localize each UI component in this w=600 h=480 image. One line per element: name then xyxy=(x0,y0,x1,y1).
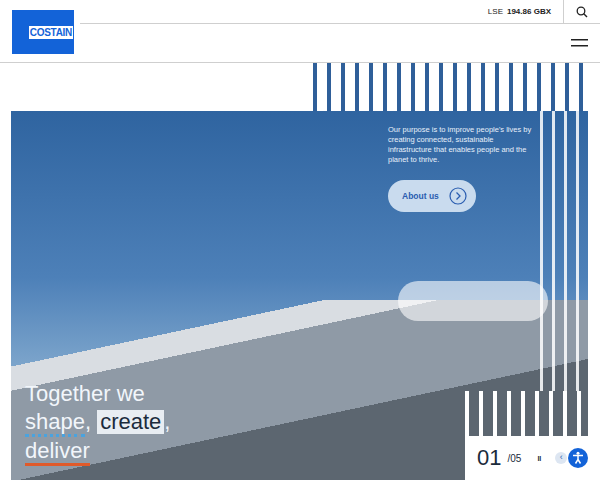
headline-sep: , xyxy=(85,409,91,434)
slide-total: /05 xyxy=(507,453,521,464)
nav-bar xyxy=(80,24,600,62)
stripe-band xyxy=(0,63,600,111)
top-bar: LSE 194.86 GBX xyxy=(80,0,600,24)
hero: Our purpose is to improve people's lives… xyxy=(11,111,588,480)
slide-current: 01 xyxy=(477,445,501,471)
bottom-stripes xyxy=(465,391,588,436)
headline-line: shape, create, xyxy=(25,408,170,437)
headline-word: shape xyxy=(25,410,85,437)
search-icon xyxy=(576,6,588,18)
logo-text: COSTAIN xyxy=(29,26,73,39)
headline-line: Together we xyxy=(25,380,170,408)
stock-price: LSE 194.86 GBX xyxy=(488,0,563,23)
cloud xyxy=(398,281,548,321)
stripes xyxy=(313,63,590,111)
search-button[interactable] xyxy=(563,0,600,23)
about-us-button[interactable]: About us xyxy=(388,180,476,212)
accessibility-button[interactable] xyxy=(568,448,588,468)
headline-line: deliver xyxy=(25,437,170,466)
arrow-right-icon xyxy=(449,187,467,205)
header-right: LSE 194.86 GBX xyxy=(80,0,600,62)
headline-word: deliver xyxy=(25,439,90,466)
menu-icon[interactable] xyxy=(571,39,588,47)
costain-logo[interactable]: COSTAIN xyxy=(12,10,74,54)
headline-sep: , xyxy=(164,409,170,434)
pause-button[interactable]: II xyxy=(537,455,541,462)
purpose-text: Our purpose is to improve people's lives… xyxy=(388,125,538,166)
headline-word: create xyxy=(97,410,164,434)
about-us-label: About us xyxy=(402,191,439,201)
accessibility-icon xyxy=(568,448,588,468)
stock-value: 194.86 GBX xyxy=(507,7,551,16)
page: COSTAIN LSE 194.86 GBX Our purpose is to im… xyxy=(0,0,600,480)
site-header: COSTAIN LSE 194.86 GBX xyxy=(0,0,600,63)
prev-button[interactable]: ‹ xyxy=(555,452,567,464)
purpose-block: Our purpose is to improve people's lives… xyxy=(388,125,538,212)
stock-label: LSE xyxy=(488,7,503,16)
side-stripes xyxy=(540,111,588,391)
headline: Together weshape, create, deliver xyxy=(25,380,170,466)
